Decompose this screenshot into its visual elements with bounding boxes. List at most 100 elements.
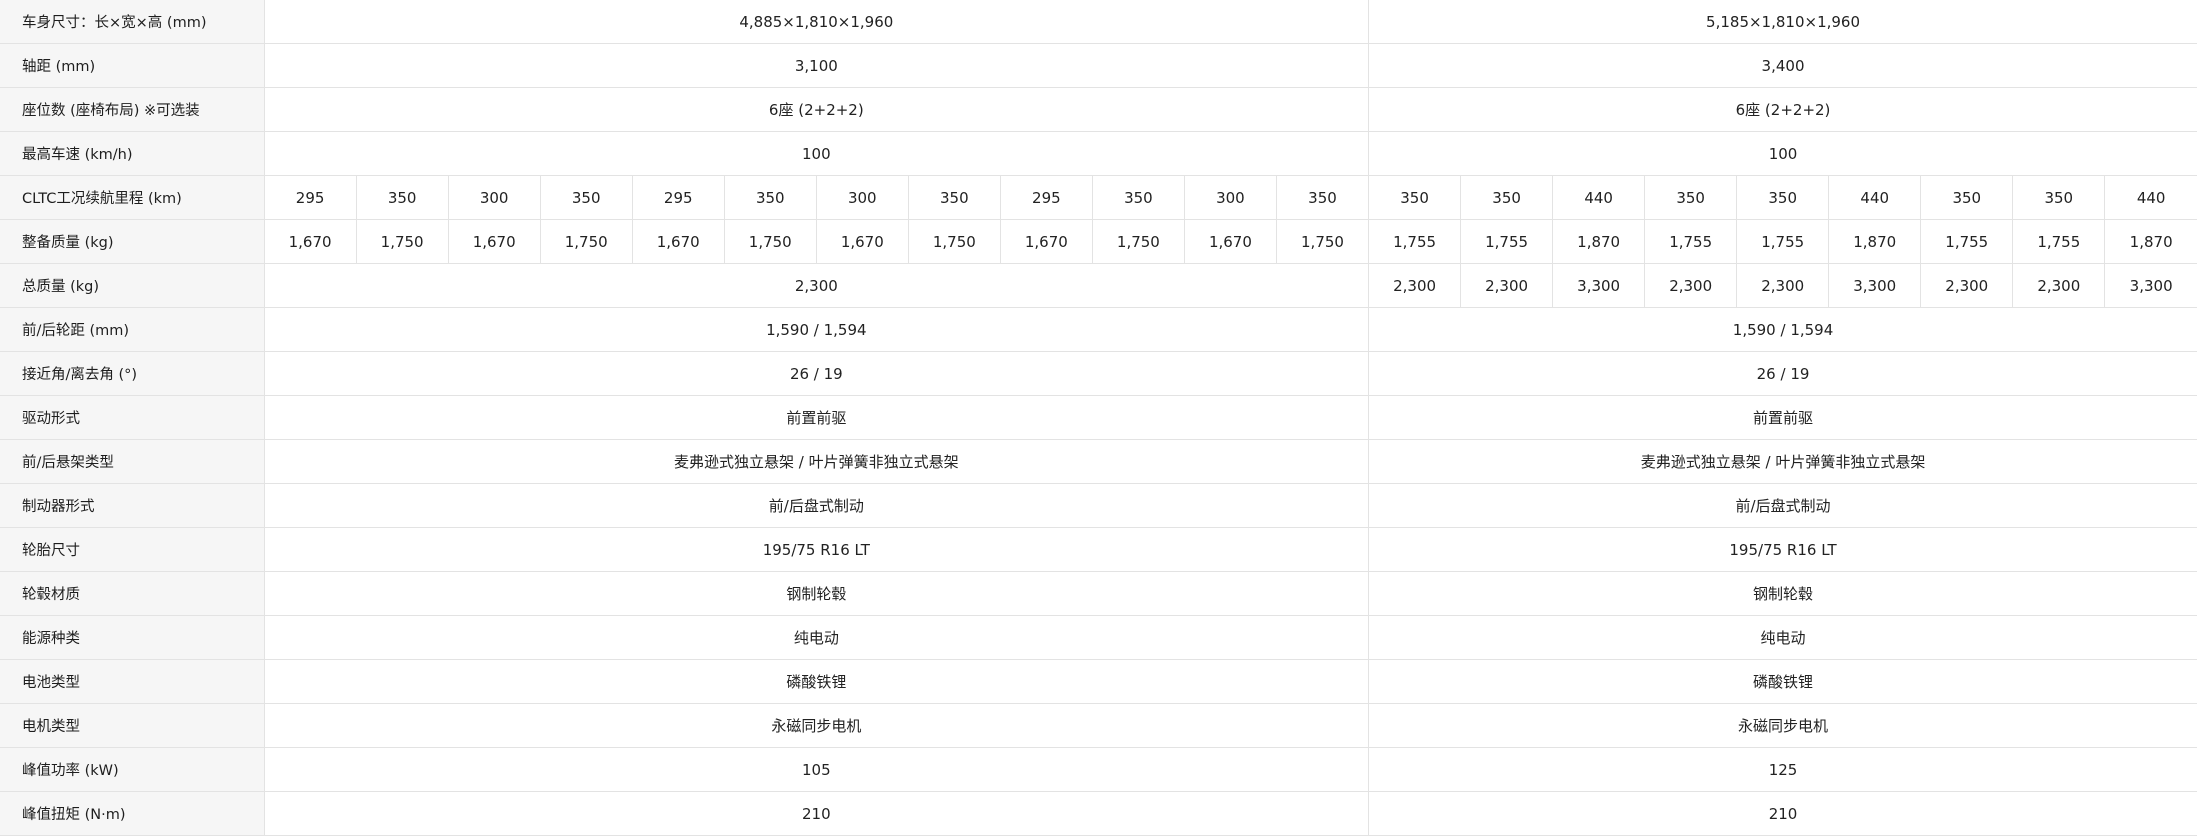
spec-label: 电机类型: [0, 703, 265, 748]
spec-value-cell: 350: [1460, 175, 1554, 220]
spec-row: CLTC工况续航里程 (km) 295 350 300 350 295 350 300 350 2…: [0, 175, 2197, 220]
spec-value-left: 210: [263, 791, 1370, 836]
spec-value-left: 1,590 / 1,594: [263, 307, 1370, 352]
spec-value-cell: 295: [263, 175, 357, 220]
spec-value-right: 永磁同步电机: [1368, 703, 2197, 748]
spec-value-cell: 1,870: [1552, 219, 1646, 264]
spec-value-right: 1,590 / 1,594: [1368, 307, 2197, 352]
spec-label: 轮胎尺寸: [0, 527, 265, 572]
spec-label: 电池类型: [0, 659, 265, 704]
spec-value-right: 210: [1368, 791, 2197, 836]
spec-value-cell: 1,670: [447, 219, 541, 264]
spec-row: 电池类型 磷酸铁锂 磷酸铁锂: [0, 659, 2197, 704]
spec-value-cell: 1,670: [263, 219, 357, 264]
spec-row: 轮胎尺寸 195/75 R16 LT 195/75 R16 LT: [0, 527, 2197, 572]
spec-value-cell: 350: [1644, 175, 1738, 220]
spec-value-cell: 350: [1091, 175, 1185, 220]
spec-row: 峰值功率 (kW) 105 125: [0, 747, 2197, 792]
spec-value-cell: 3,300: [1552, 263, 1646, 308]
spec-row: 前/后悬架类型 麦弗逊式独立悬架 / 叶片弹簧非独立式悬架 麦弗逊式独立悬架 / 叶…: [0, 439, 2197, 484]
spec-value-cell: 2,300: [1736, 263, 1830, 308]
spec-value-cell: 2,300: [1460, 263, 1554, 308]
spec-row: 整备质量 (kg) 1,670 1,750 1,670 1,750 1,670 1,750 1…: [0, 219, 2197, 264]
spec-row: 总质量 (kg) 2,300 2,300 2,300 3,300 2,300 2,300 3,…: [0, 263, 2197, 308]
spec-value-cell: 1,755: [1460, 219, 1554, 264]
spec-value-right: 5,185×1,810×1,960: [1368, 0, 2197, 44]
spec-row: 最高车速 (km/h) 100 100: [0, 131, 2197, 176]
spec-value-cell: 295: [999, 175, 1093, 220]
spec-value-cell: 1,670: [815, 219, 909, 264]
spec-value-right: 前置前驱: [1368, 395, 2197, 440]
spec-value-cell: 3,300: [1828, 263, 1922, 308]
spec-value-cell: 1,750: [1091, 219, 1185, 264]
spec-value-left: 前/后盘式制动: [263, 483, 1370, 528]
spec-value-cell: 350: [1920, 175, 2014, 220]
spec-value-right: 纯电动: [1368, 615, 2197, 660]
spec-value-cell: 350: [723, 175, 817, 220]
spec-value-right: 26 / 19: [1368, 351, 2197, 396]
spec-label: 最高车速 (km/h): [0, 131, 265, 176]
spec-label: 峰值扭矩 (N·m): [0, 791, 265, 836]
spec-value-right: 3,400: [1368, 43, 2197, 88]
spec-value-left: 26 / 19: [263, 351, 1370, 396]
spec-value-cell: 440: [2104, 175, 2197, 220]
spec-row: 接近角/离去角 (°) 26 / 19 26 / 19: [0, 351, 2197, 396]
spec-value-right: 125: [1368, 747, 2197, 792]
spec-value-cell: 350: [907, 175, 1001, 220]
spec-row: 前/后轮距 (mm) 1,590 / 1,594 1,590 / 1,594: [0, 307, 2197, 352]
spec-row: 轴距 (mm) 3,100 3,400: [0, 43, 2197, 88]
spec-label: 能源种类: [0, 615, 265, 660]
spec-value-left: 纯电动: [263, 615, 1370, 660]
spec-value-cell: 1,870: [2104, 219, 2197, 264]
spec-value-cell: 1,750: [723, 219, 817, 264]
spec-row: 车身尺寸：长×宽×高 (mm) 4,885×1,810×1,960 5,185×1,…: [0, 0, 2197, 44]
spec-row: 座位数 (座椅布局) ※可选装 6座 (2+2+2) 6座 (2+2+2): [0, 87, 2197, 132]
spec-table: 车身尺寸：长×宽×高 (mm) 4,885×1,810×1,960 5,185×1,…: [0, 0, 2197, 836]
spec-value-right: 前/后盘式制动: [1368, 483, 2197, 528]
spec-value-cell: 1,870: [1828, 219, 1922, 264]
spec-value-cell: 1,755: [1920, 219, 2014, 264]
spec-value-right: 195/75 R16 LT: [1368, 527, 2197, 572]
spec-value-left: 4,885×1,810×1,960: [263, 0, 1370, 44]
spec-value-left: 3,100: [263, 43, 1370, 88]
spec-label: 前/后悬架类型: [0, 439, 265, 484]
spec-value-cell: 300: [447, 175, 541, 220]
spec-value-right: 钢制轮毂: [1368, 571, 2197, 616]
spec-value-cell: 1,750: [907, 219, 1001, 264]
spec-value-cell: 2,300: [1368, 263, 1462, 308]
spec-label: CLTC工况续航里程 (km): [0, 175, 265, 220]
spec-value-right: 6座 (2+2+2): [1368, 87, 2197, 132]
spec-value-cell: 2,300: [1920, 263, 2014, 308]
spec-value-left: 钢制轮毂: [263, 571, 1370, 616]
spec-label: 驱动形式: [0, 395, 265, 440]
spec-value-cell: 1,755: [1644, 219, 1738, 264]
spec-value-cell: 295: [631, 175, 725, 220]
spec-value-cell: 300: [815, 175, 909, 220]
spec-row: 制动器形式 前/后盘式制动 前/后盘式制动: [0, 483, 2197, 528]
spec-value-cell: 1,670: [631, 219, 725, 264]
spec-value-left: 6座 (2+2+2): [263, 87, 1370, 132]
spec-value-left: 永磁同步电机: [263, 703, 1370, 748]
spec-label: 座位数 (座椅布局) ※可选装: [0, 87, 265, 132]
spec-value-left: 麦弗逊式独立悬架 / 叶片弹簧非独立式悬架: [263, 439, 1370, 484]
spec-label: 前/后轮距 (mm): [0, 307, 265, 352]
spec-row: 轮毂材质 钢制轮毂 钢制轮毂: [0, 571, 2197, 616]
spec-value-cell: 440: [1552, 175, 1646, 220]
spec-value-left: 105: [263, 747, 1370, 792]
spec-value-cell: 1,750: [539, 219, 633, 264]
spec-row: 电机类型 永磁同步电机 永磁同步电机: [0, 703, 2197, 748]
spec-label: 接近角/离去角 (°): [0, 351, 265, 396]
spec-value-cell: 1,750: [1275, 219, 1370, 264]
spec-label: 轴距 (mm): [0, 43, 265, 88]
spec-value-left: 磷酸铁锂: [263, 659, 1370, 704]
spec-value-cell: 1,670: [1183, 219, 1277, 264]
spec-value-left: 100: [263, 131, 1370, 176]
spec-label: 轮毂材质: [0, 571, 265, 616]
spec-label: 制动器形式: [0, 483, 265, 528]
spec-row: 能源种类 纯电动 纯电动: [0, 615, 2197, 660]
spec-value-cell: 440: [1828, 175, 1922, 220]
spec-value-left: 2,300: [263, 263, 1370, 308]
spec-value-cell: 350: [355, 175, 449, 220]
spec-value-right: 麦弗逊式独立悬架 / 叶片弹簧非独立式悬架: [1368, 439, 2197, 484]
spec-value-cell: 2,300: [2012, 263, 2106, 308]
